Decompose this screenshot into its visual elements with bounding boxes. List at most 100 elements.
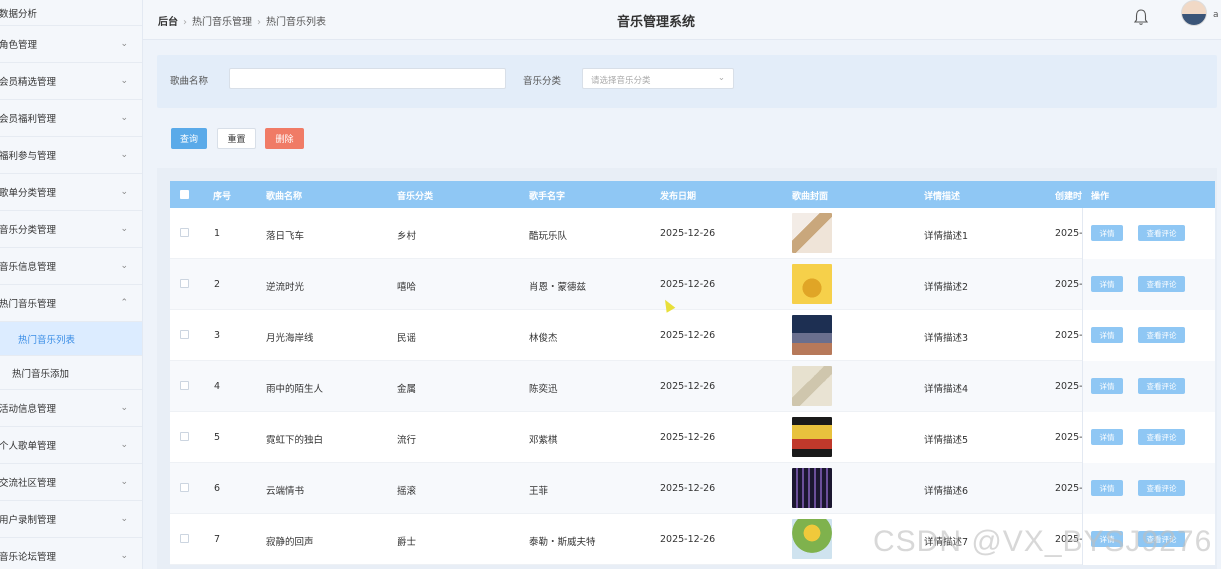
query-button[interactable]: 查询 xyxy=(171,128,207,149)
cell-category: 流行 xyxy=(397,435,417,446)
breadcrumb-home[interactable]: 后台 xyxy=(158,17,178,28)
chevron-right-icon: › xyxy=(257,17,261,28)
sidebar-item-label: 用户录制管理 xyxy=(0,515,57,526)
view-comments-button[interactable]: 查看评论 xyxy=(1138,378,1185,394)
row-checkbox[interactable] xyxy=(180,432,189,441)
select-all-checkbox[interactable] xyxy=(180,190,189,199)
sidebar-item-hot-music[interactable]: 热门音乐管理 ⌃ xyxy=(0,285,142,322)
watermark: CSDN @VX_BYSJ9276 xyxy=(873,525,1213,558)
cell-category: 爵士 xyxy=(397,537,417,548)
cell-date: 2025-12-26 xyxy=(660,483,716,494)
sidebar-item-user-recording[interactable]: 用户录制管理 ⌄ xyxy=(0,501,142,538)
col-header-no: 序号 xyxy=(213,192,232,202)
row-actions: 详情 查看评论 xyxy=(1082,412,1215,463)
sidebar-item-member-benefits[interactable]: 会员福利管理 ⌄ xyxy=(0,100,142,137)
sidebar-item-personal-playlist[interactable]: 个人歌单管理 ⌄ xyxy=(0,427,142,464)
chevron-down-icon: ⌄ xyxy=(120,514,128,524)
detail-button[interactable]: 详情 xyxy=(1091,327,1123,343)
chevron-up-icon: ⌃ xyxy=(120,298,128,308)
sidebar-item-playlist-category[interactable]: 歌单分类管理 ⌄ xyxy=(0,174,142,211)
song-cover-image[interactable] xyxy=(792,468,832,508)
sidebar-item-activity[interactable]: 活动信息管理 ⌄ xyxy=(0,390,142,427)
sidebar-item-benefit-participation[interactable]: 福利参与管理 ⌄ xyxy=(0,137,142,174)
sidebar-item-music-info[interactable]: 音乐信息管理 ⌄ xyxy=(0,248,142,285)
cell-no: 6 xyxy=(214,483,221,494)
view-comments-button[interactable]: 查看评论 xyxy=(1138,327,1185,343)
song-cover-image[interactable] xyxy=(792,264,832,304)
delete-button[interactable]: 删除 xyxy=(265,128,304,149)
chevron-down-icon: ⌄ xyxy=(120,187,128,197)
row-checkbox[interactable] xyxy=(180,279,189,288)
song-cover-image[interactable] xyxy=(792,315,832,355)
detail-button[interactable]: 详情 xyxy=(1091,225,1123,241)
sidebar-item-roles[interactable]: 角色管理 ⌄ xyxy=(0,26,142,63)
cell-date: 2025-12-26 xyxy=(660,330,716,341)
avatar[interactable] xyxy=(1181,0,1207,26)
detail-button[interactable]: 详情 xyxy=(1091,276,1123,292)
sidebar-item-music-forum[interactable]: 音乐论坛管理 ⌄ xyxy=(0,538,142,569)
song-cover-image[interactable] xyxy=(792,417,832,457)
sidebar-item-label: 福利参与管理 xyxy=(0,151,57,162)
row-checkbox[interactable] xyxy=(180,228,189,237)
col-header-singer: 歌手名字 xyxy=(529,192,566,202)
music-table: 序号 歌曲名称 音乐分类 歌手名字 发布日期 歌曲封面 详情描述 创建时 操作 … xyxy=(157,168,1217,569)
sidebar-item-music-category[interactable]: 音乐分类管理 ⌄ xyxy=(0,211,142,248)
sidebar: 数据分析 角色管理 ⌄ 会员精选管理 ⌄ 会员福利管理 ⌄ 福利参与管理 ⌄ 歌单分类管… xyxy=(0,0,143,569)
song-cover-image[interactable] xyxy=(792,519,832,559)
cell-desc: 详情描述6 xyxy=(924,486,969,497)
detail-button[interactable]: 详情 xyxy=(1091,480,1123,496)
col-header-cover: 歌曲封面 xyxy=(792,192,829,202)
cell-no: 1 xyxy=(214,228,221,239)
cell-category: 嘻哈 xyxy=(397,282,417,293)
row-checkbox[interactable] xyxy=(180,381,189,390)
view-comments-button[interactable]: 查看评论 xyxy=(1138,480,1185,496)
chevron-down-icon: ⌄ xyxy=(120,224,128,234)
sidebar-item-label: 个人歌单管理 xyxy=(0,441,57,452)
row-checkbox[interactable] xyxy=(180,330,189,339)
row-checkbox[interactable] xyxy=(180,483,189,492)
breadcrumb-item[interactable]: 热门音乐管理 xyxy=(192,17,252,28)
cell-no: 5 xyxy=(214,432,221,443)
sidebar-item-data-analysis[interactable]: 数据分析 xyxy=(0,0,142,26)
cell-singer: 肖恩・蒙德兹 xyxy=(529,282,587,293)
sidebar-item-label: 活动信息管理 xyxy=(0,404,57,415)
cell-date: 2025-12-26 xyxy=(660,381,716,392)
table-row: 6 云端情书 摇滚 王菲 2025-12-26 详情描述6 2025-1 详情 … xyxy=(170,463,1215,514)
reset-button[interactable]: 重置 xyxy=(217,128,256,149)
row-checkbox[interactable] xyxy=(180,534,189,543)
sidebar-subitem-hot-music-list[interactable]: 热门音乐列表 xyxy=(0,322,142,356)
song-name-label: 歌曲名称 xyxy=(170,76,209,87)
detail-button[interactable]: 详情 xyxy=(1091,378,1123,394)
cell-name: 寂静的回声 xyxy=(266,537,314,548)
chevron-down-icon: ⌄ xyxy=(120,261,128,271)
table-header: 序号 歌曲名称 音乐分类 歌手名字 发布日期 歌曲封面 详情描述 创建时 操作 xyxy=(170,181,1215,208)
sidebar-item-member-select[interactable]: 会员精选管理 ⌄ xyxy=(0,63,142,100)
view-comments-button[interactable]: 查看评论 xyxy=(1138,225,1185,241)
view-comments-button[interactable]: 查看评论 xyxy=(1138,429,1185,445)
sidebar-item-label: 热门音乐管理 xyxy=(0,299,57,310)
detail-button[interactable]: 详情 xyxy=(1091,429,1123,445)
sidebar-item-community[interactable]: 交流社区管理 ⌄ xyxy=(0,464,142,501)
col-header-date: 发布日期 xyxy=(660,192,697,202)
cell-name: 霓虹下的独白 xyxy=(266,435,324,446)
song-cover-image[interactable] xyxy=(792,213,832,253)
chevron-down-icon: ⌄ xyxy=(120,403,128,413)
song-cover-image[interactable] xyxy=(792,366,832,406)
cell-category: 乡村 xyxy=(397,231,417,242)
table-row: 3 月光海岸线 民谣 林俊杰 2025-12-26 详情描述3 2025-1 详… xyxy=(170,310,1215,361)
category-select[interactable]: 请选择音乐分类 ⌄ xyxy=(582,68,734,89)
song-name-input[interactable] xyxy=(229,68,506,89)
sidebar-subitem-hot-music-add[interactable]: 热门音乐添加 xyxy=(0,356,142,390)
view-comments-button[interactable]: 查看评论 xyxy=(1138,276,1185,292)
sidebar-item-label: 音乐分类管理 xyxy=(0,225,57,236)
bell-icon[interactable] xyxy=(1133,8,1149,26)
cell-name: 雨中的陌生人 xyxy=(266,384,324,395)
cell-no: 4 xyxy=(214,381,221,392)
cell-desc: 详情描述1 xyxy=(924,231,969,242)
sidebar-item-label: 会员精选管理 xyxy=(0,77,57,88)
chevron-down-icon: ⌄ xyxy=(120,76,128,86)
sidebar-item-label: 音乐论坛管理 xyxy=(0,552,57,563)
cell-name: 落日飞车 xyxy=(266,231,305,242)
cell-date: 2025-12-26 xyxy=(660,432,716,443)
user-name[interactable]: a xyxy=(1213,10,1219,20)
